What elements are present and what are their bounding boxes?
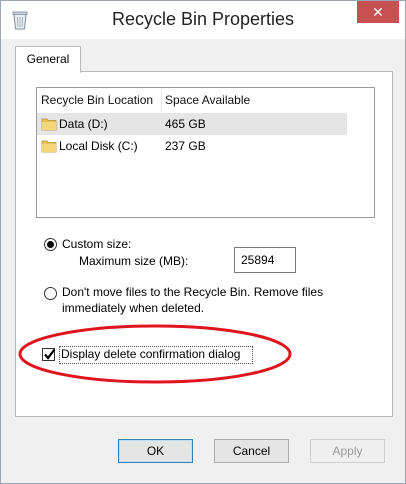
space-available: 465 GB [165,117,206,131]
close-icon: ✕ [372,4,384,20]
column-header-location[interactable]: Recycle Bin Location [41,93,153,107]
display-delete-confirmation-checkbox[interactable] [42,348,56,361]
tab-general-label: General [26,52,70,66]
tab-general[interactable]: General [15,46,81,73]
location-name: Local Disk (C:) [59,139,138,153]
dont-move-files-label-line2: immediately when deleted. [62,301,205,315]
ok-button[interactable]: OK [118,439,193,463]
recycle-bin-location-list[interactable]: Recycle Bin Location Space Available Dat… [36,87,375,218]
custom-size-label: Custom size: [62,237,132,251]
cancel-button[interactable]: Cancel [214,439,289,463]
space-available: 237 GB [165,139,206,153]
list-header: Recycle Bin Location Space Available [37,88,374,113]
location-name: Data (D:) [59,117,108,131]
maximum-size-input[interactable] [234,247,296,273]
general-tab-panel: Recycle Bin Location Space Available Dat… [15,71,393,417]
ok-button-label: OK [146,444,165,458]
maximum-size-label: Maximum size (MB): [79,254,189,268]
dont-move-files-radio[interactable] [44,287,57,300]
folder-icon [41,140,57,153]
title-bar: Recycle Bin Properties ✕ [1,1,405,39]
dont-move-files-label-line1: Don't move files to the Recycle Bin. Rem… [62,285,324,299]
recycle-bin-properties-dialog: Recycle Bin Properties ✕ General Recycle… [0,0,406,484]
dialog-title: Recycle Bin Properties [111,9,295,29]
list-item[interactable]: Local Disk (C:) 237 GB [37,135,347,157]
cancel-button-label: Cancel [232,444,271,458]
apply-button[interactable]: Apply [310,439,385,463]
apply-button-label: Apply [332,444,363,458]
close-button[interactable]: ✕ [357,1,399,23]
column-header-space[interactable]: Space Available [165,93,250,107]
checkmark-icon [44,348,56,360]
list-item[interactable]: Data (D:) 465 GB [37,113,347,135]
custom-size-radio[interactable] [44,238,57,251]
column-separator[interactable] [161,91,162,111]
folder-icon [41,118,57,131]
display-delete-confirmation-label[interactable]: Display delete confirmation dialog [61,347,240,361]
